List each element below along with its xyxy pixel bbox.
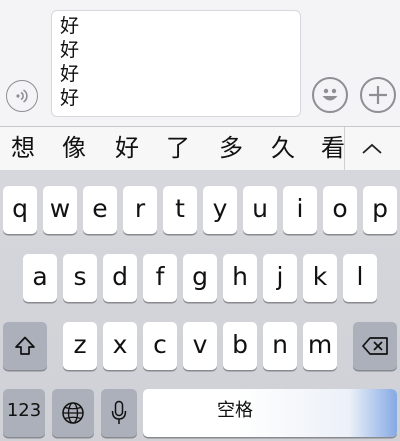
key-label: y — [212, 193, 228, 223]
space-key[interactable]: 空格 — [143, 389, 397, 437]
key-x[interactable]: x — [103, 322, 137, 370]
keyboard: q w e r t y u i o p a s d f g h j k l z … — [0, 170, 400, 441]
candidate-word[interactable]: 好 — [115, 133, 139, 163]
delete-key[interactable] — [353, 322, 397, 370]
voice-button[interactable] — [6, 80, 38, 112]
dictation-key[interactable] — [101, 389, 137, 437]
key-f[interactable]: f — [143, 254, 177, 302]
chevron-up-icon — [362, 143, 382, 154]
candidate-word[interactable]: 了 — [166, 133, 190, 163]
shift-key[interactable] — [3, 322, 47, 370]
candidate-word[interactable]: 像 — [62, 133, 86, 163]
key-e[interactable]: e — [83, 186, 117, 234]
key-c[interactable]: c — [143, 322, 177, 370]
key-label: m — [307, 329, 333, 359]
key-label: o — [332, 193, 348, 223]
key-t[interactable]: t — [163, 186, 197, 234]
candidate-word[interactable]: 多 — [219, 133, 243, 163]
key-h[interactable]: h — [223, 254, 257, 302]
key-i[interactable]: i — [283, 186, 317, 234]
emoji-icon — [322, 88, 338, 101]
key-label: s — [73, 261, 87, 291]
key-label: d — [112, 261, 128, 291]
globe-key[interactable] — [52, 389, 94, 437]
key-label: t — [175, 193, 185, 223]
key-m[interactable]: m — [303, 322, 337, 370]
shift-icon — [15, 336, 35, 355]
key-label: q — [12, 193, 28, 223]
key-u[interactable]: u — [243, 186, 277, 234]
candidate-bar: 想 像 好 了 多 久 看 — [0, 126, 400, 171]
key-label: a — [32, 261, 48, 291]
candidate-word[interactable]: 看 — [321, 133, 345, 163]
key-k[interactable]: k — [303, 254, 337, 302]
key-a[interactable]: a — [23, 254, 57, 302]
key-label: j — [276, 261, 284, 291]
key-l[interactable]: l — [343, 254, 377, 302]
expand-candidates-button[interactable] — [352, 133, 392, 165]
microphone-icon — [111, 400, 127, 424]
key-w[interactable]: w — [43, 186, 77, 234]
key-y[interactable]: y — [203, 186, 237, 234]
plus-button[interactable] — [360, 77, 396, 113]
key-label: h — [232, 261, 248, 291]
key-label: 空格 — [217, 400, 253, 421]
key-r[interactable]: r — [123, 186, 157, 234]
key-label: u — [252, 193, 268, 223]
space-key-highlight — [237, 389, 397, 437]
numbers-key[interactable]: 123 — [3, 389, 45, 437]
key-label: v — [192, 329, 208, 359]
message-text-field[interactable]: 好 好 好 好 — [51, 10, 301, 117]
candidate-word[interactable]: 想 — [11, 133, 35, 163]
key-label: z — [73, 329, 87, 359]
globe-icon — [62, 402, 84, 424]
candidate-divider — [344, 127, 345, 171]
key-label: x — [112, 329, 128, 359]
message-line: 好 — [60, 63, 80, 85]
message-line: 好 — [60, 87, 80, 109]
key-label: r — [134, 193, 146, 223]
key-s[interactable]: s — [63, 254, 97, 302]
key-p[interactable]: p — [363, 186, 397, 234]
key-label: 123 — [6, 400, 42, 421]
key-label: g — [192, 261, 208, 291]
emoji-button[interactable] — [312, 77, 348, 113]
key-g[interactable]: g — [183, 254, 217, 302]
key-label: w — [49, 193, 71, 223]
message-input-bar: 好 好 好 好 — [0, 0, 400, 126]
backspace-icon — [362, 337, 388, 355]
key-label: c — [153, 329, 167, 359]
key-label: n — [272, 329, 288, 359]
candidate-word[interactable]: 久 — [271, 133, 295, 163]
key-z[interactable]: z — [63, 322, 97, 370]
key-n[interactable]: n — [263, 322, 297, 370]
key-label: e — [92, 193, 108, 223]
key-label: p — [372, 193, 388, 223]
key-label: k — [312, 261, 328, 291]
voice-icon — [16, 89, 28, 103]
message-line: 好 — [60, 39, 80, 61]
key-b[interactable]: b — [223, 322, 257, 370]
key-label: f — [155, 261, 165, 291]
key-d[interactable]: d — [103, 254, 137, 302]
key-label: i — [296, 193, 304, 223]
key-v[interactable]: v — [183, 322, 217, 370]
plus-icon — [369, 86, 387, 104]
key-j[interactable]: j — [263, 254, 297, 302]
key-q[interactable]: q — [3, 186, 37, 234]
message-line: 好 — [60, 15, 80, 37]
key-label: b — [232, 329, 248, 359]
key-o[interactable]: o — [323, 186, 357, 234]
key-label: l — [356, 261, 364, 291]
